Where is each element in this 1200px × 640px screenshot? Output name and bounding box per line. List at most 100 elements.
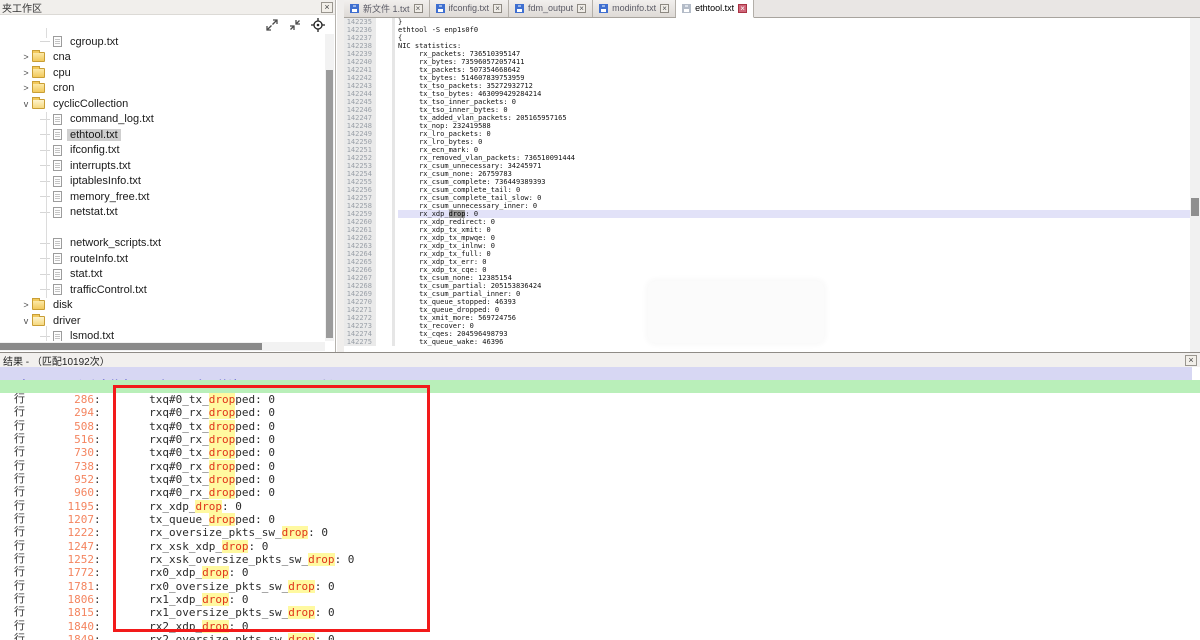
line-number: 142275 xyxy=(344,338,376,346)
editor-line[interactable]: 142246 tx_tso_inner_bytes: 0 xyxy=(344,106,1190,114)
tree-item-network_scripts.txt[interactable]: network_scripts.txt xyxy=(0,236,325,252)
tree-item-ifconfig.txt[interactable]: ifconfig.txt xyxy=(0,143,325,159)
editor-line[interactable]: 142261 rx_xdp_tx_xmit: 0 xyxy=(344,226,1190,234)
tab-ifconfig.txt[interactable]: ifconfig.txt× xyxy=(430,0,510,17)
colon: : xyxy=(94,446,101,459)
tab-modinfo.txt[interactable]: modinfo.txt× xyxy=(593,0,676,17)
line-word-label: 行 xyxy=(14,473,28,486)
editor-line[interactable]: 142266 rx_xdp_tx_cqe: 0 xyxy=(344,266,1190,274)
tab-ethtool.txt[interactable]: ethtool.txt× xyxy=(676,0,754,18)
chevron-right-icon[interactable]: > xyxy=(20,52,32,62)
editor-line[interactable]: 142258 rx_csum_unnecessary_inner: 0 xyxy=(344,202,1190,210)
tree-item-cna[interactable]: >cna xyxy=(0,50,325,66)
tree-item-stat.txt[interactable]: stat.txt xyxy=(0,267,325,283)
fold-margin xyxy=(376,242,398,250)
expand-all-icon[interactable] xyxy=(265,18,279,32)
editor-line[interactable]: 142257 rx_csum_complete_tail_slow: 0 xyxy=(344,194,1190,202)
editor-line[interactable]: 142243 tx_tso_packets: 35272932712 xyxy=(344,82,1190,90)
tree-item-cgroup.txt[interactable]: cgroup.txt xyxy=(0,34,325,50)
tree-item-disk[interactable]: >disk xyxy=(0,298,325,314)
close-icon[interactable]: × xyxy=(414,4,423,13)
line-word-label: 行 xyxy=(14,500,28,513)
editor-line[interactable]: 142251 rx_ecn_mark: 0 xyxy=(344,146,1190,154)
tree-item-netstat.txt[interactable]: netstat.txt xyxy=(0,205,325,221)
tree-item-driver[interactable]: vdriver xyxy=(0,313,325,329)
editor-line[interactable]: 142248 tx_nop: 232419588 xyxy=(344,122,1190,130)
tree-item-interrupts.txt[interactable]: interrupts.txt xyxy=(0,158,325,174)
result-line-number: 516 xyxy=(28,433,94,446)
scrollbar-thumb[interactable] xyxy=(1191,198,1199,216)
result-line-number: 1849 xyxy=(28,633,94,640)
editor-line[interactable]: 142239 rx_packets: 736510395147 xyxy=(344,50,1190,58)
chevron-down-icon[interactable]: v xyxy=(20,316,32,326)
editor-line[interactable]: 142259 rx_xdp_drop: 0 xyxy=(344,210,1190,218)
editor-line[interactable]: 142254 rx_csum_none: 26759783 xyxy=(344,170,1190,178)
editor-vertical-scrollbar[interactable] xyxy=(1190,18,1200,352)
editor-line[interactable]: 142237{ xyxy=(344,34,1190,42)
close-icon[interactable]: × xyxy=(321,2,333,13)
tree-item-trafficControl.txt[interactable]: trafficControl.txt xyxy=(0,282,325,298)
scrollbar-thumb[interactable] xyxy=(0,343,262,350)
fold-margin xyxy=(376,66,398,74)
editor-line[interactable]: 142236ethtool -S enp1s0f0 xyxy=(344,26,1190,34)
editor-line[interactable]: 142255 rx_csum_complete: 736449389393 xyxy=(344,178,1190,186)
editor-line[interactable]: 142235} xyxy=(344,18,1190,26)
colon: : xyxy=(94,606,101,619)
close-icon[interactable]: × xyxy=(1185,355,1197,366)
result-line-number: 508 xyxy=(28,420,94,433)
chevron-down-icon[interactable]: v xyxy=(20,99,32,109)
editor-line[interactable]: 142249 rx_lro_packets: 0 xyxy=(344,130,1190,138)
folder-icon xyxy=(32,68,45,78)
editor-line[interactable]: 142252 rx_removed_vlan_packets: 73651009… xyxy=(344,154,1190,162)
close-icon[interactable]: × xyxy=(577,4,586,13)
workspace-vertical-scrollbar[interactable] xyxy=(325,34,334,341)
editor-line[interactable]: 142238NIC statistics: xyxy=(344,42,1190,50)
tree-connector xyxy=(40,289,50,290)
fold-margin xyxy=(376,154,398,162)
editor-line[interactable]: 142256 rx_csum_complete_tail: 0 xyxy=(344,186,1190,194)
editor-line[interactable]: 142263 rx_xdp_tx_inlnw: 0 xyxy=(344,242,1190,250)
editor-line[interactable]: 142244 tx_tso_bytes: 463099429284214 xyxy=(344,90,1190,98)
tree-item-cron[interactable]: >cron xyxy=(0,81,325,97)
editor-line[interactable]: 142242 tx_bytes: 514607839753959 xyxy=(344,74,1190,82)
scrollbar-thumb[interactable] xyxy=(326,70,333,338)
editor-line[interactable]: 142265 rx_xdp_tx_err: 0 xyxy=(344,258,1190,266)
result-row[interactable]: 行1849: rx2_oversize_pkts_sw_drop: 0 xyxy=(0,633,1200,640)
tab-fdm_output[interactable]: fdm_output× xyxy=(509,0,593,17)
tree-item-command_log.txt[interactable]: command_log.txt xyxy=(0,112,325,128)
panel-splitter[interactable] xyxy=(337,0,344,352)
close-icon[interactable]: × xyxy=(493,4,502,13)
tree-item-routeInfo.txt[interactable]: routeInfo.txt xyxy=(0,251,325,267)
tree-item-cyclicCollection[interactable]: vcyclicCollection xyxy=(0,96,325,112)
close-icon[interactable]: × xyxy=(738,4,747,13)
editor-line[interactable]: 142245 tx_tso_inner_packets: 0 xyxy=(344,98,1190,106)
editor-line[interactable]: 142262 rx_xdp_tx_mpwqe: 0 xyxy=(344,234,1190,242)
locate-current-file-icon[interactable] xyxy=(311,18,325,32)
search-summary-line[interactable]: 索 "drop" （1个文件中匹配到10192次，总计次） xyxy=(0,367,1192,380)
workspace-horizontal-scrollbar[interactable] xyxy=(0,342,325,351)
tree-item-label: command_log.txt xyxy=(67,113,157,125)
tree-item-memory_free.txt[interactable]: memory_free.txt xyxy=(0,189,325,205)
editor-line[interactable]: 142253 rx_csum_unnecessary: 34245971 xyxy=(344,162,1190,170)
editor-line-text: rx_xdp_tx_err: 0 xyxy=(398,258,1190,266)
editor-line[interactable]: 142260 rx_xdp_redirect: 0 xyxy=(344,218,1190,226)
tree-item-label: memory_free.txt xyxy=(67,191,152,203)
tab-新文件 1.txt[interactable]: 新文件 1.txt× xyxy=(344,0,430,17)
close-icon[interactable]: × xyxy=(660,4,669,13)
chevron-right-icon[interactable]: > xyxy=(20,83,32,93)
fold-margin xyxy=(376,290,398,298)
editor-line[interactable]: 142240 rx_bytes: 735960572057411 xyxy=(344,58,1190,66)
colon: : xyxy=(94,633,101,640)
chevron-right-icon[interactable]: > xyxy=(20,300,32,310)
tree-item-ethtool.txt[interactable]: ethtool.txt xyxy=(0,127,325,143)
chevron-right-icon[interactable]: > xyxy=(20,68,32,78)
editor-line[interactable]: 142264 rx_xdp_tx_full: 0 xyxy=(344,250,1190,258)
tree-item-iptablesInfo.txt[interactable]: iptablesInfo.txt xyxy=(0,174,325,190)
editor-line[interactable]: 142247 tx_added_vlan_packets: 2051659571… xyxy=(344,114,1190,122)
tree-item-cpu[interactable]: >cpu xyxy=(0,65,325,81)
editor-line[interactable]: 142241 tx_packets: 507354668642 xyxy=(344,66,1190,74)
editor-line[interactable]: 142250 rx_lro_bytes: 0 xyxy=(344,138,1190,146)
collapse-all-icon[interactable] xyxy=(288,18,302,32)
tree-item-lsmod.txt[interactable]: lsmod.txt xyxy=(0,329,325,342)
line-word-label: 行 xyxy=(14,393,28,406)
